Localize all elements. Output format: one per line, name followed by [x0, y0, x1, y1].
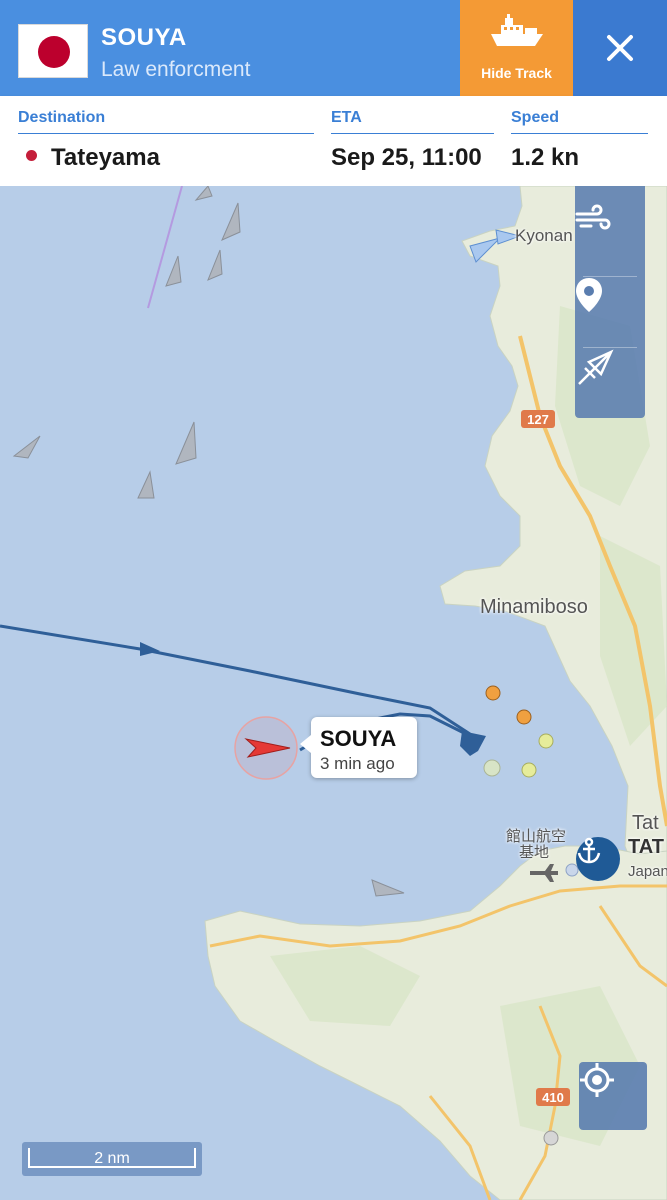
compass-measure-icon — [578, 349, 614, 385]
eta-column: ETA Sep 25, 11:00 — [331, 96, 494, 186]
label-japan: Japan — [628, 863, 667, 880]
speed-divider — [511, 133, 648, 134]
anchored-vessel — [521, 762, 537, 778]
destination-value: Tateyama — [18, 144, 160, 172]
anchor-icon — [577, 837, 601, 864]
vessel-name: SOUYA — [101, 24, 187, 51]
map-canvas[interactable]: 127 410 — [0, 186, 667, 1200]
anchored-vessel — [485, 685, 501, 701]
eta-label: ETA — [331, 109, 362, 126]
speed-column: Speed 1.2 kn — [511, 96, 648, 186]
voyage-info-bar: Destination Tateyama ETA Sep 25, 11:00 S… — [0, 96, 667, 186]
label-minamiboso: Minamiboso — [480, 596, 588, 618]
vessel-header: SOUYA Law enforcment Hide Track — [0, 0, 667, 96]
map-pin-button[interactable] — [575, 277, 645, 347]
callout-update-time: 3 min ago — [320, 754, 395, 773]
port-anchor-button[interactable] — [576, 837, 620, 881]
label-tat: TAT — [628, 836, 664, 858]
wind-icon — [575, 204, 611, 230]
map-view[interactable]: 127 410 Kyonan Minamiboso Tat TAT Japan … — [0, 186, 667, 1200]
measure-tool-button[interactable] — [575, 348, 645, 418]
ship-icon — [491, 14, 543, 46]
scale-label: 2 nm — [94, 1150, 130, 1167]
locate-me-button[interactable] — [579, 1062, 647, 1130]
label-kyonan: Kyonan — [515, 226, 573, 245]
road-shield-410-text: 410 — [542, 1090, 564, 1105]
anchored-vessel — [538, 733, 554, 749]
label-airbase-2: 基地 — [519, 844, 550, 861]
flag-sun — [38, 36, 70, 68]
hide-track-label: Hide Track — [481, 65, 552, 81]
callout-vessel-name: SOUYA — [320, 726, 397, 751]
destination-column: Destination Tateyama — [18, 96, 314, 186]
close-button[interactable] — [573, 0, 667, 96]
close-icon — [607, 35, 633, 61]
wind-layer-button[interactable] — [575, 204, 645, 274]
hide-track-button[interactable]: Hide Track — [460, 0, 573, 96]
road-shield-127-text: 127 — [527, 412, 549, 427]
map-tool-panel — [575, 186, 645, 418]
japan-flag-icon — [18, 24, 88, 78]
eta-divider — [331, 133, 494, 134]
label-tate: Tat — [632, 812, 659, 834]
anchored-vessel — [483, 759, 501, 777]
destination-label: Destination — [18, 109, 106, 126]
destination-divider — [18, 133, 314, 134]
vessel-type: Law enforcment — [101, 58, 251, 81]
speed-value: 1.2 kn — [511, 144, 580, 171]
map-pin-icon — [576, 278, 602, 312]
anchored-vessel — [516, 709, 532, 725]
vessel-callout[interactable]: SOUYA 3 min ago — [300, 717, 417, 778]
map-scale: 2 nm — [22, 1142, 202, 1176]
speed-label: Speed — [511, 109, 560, 126]
eta-value: Sep 25, 11:00 — [331, 144, 482, 171]
destination-text: Tateyama — [51, 144, 160, 171]
destination-dot-icon — [26, 150, 37, 161]
anchored-vessel — [543, 1130, 559, 1146]
crosshair-icon — [580, 1063, 614, 1097]
